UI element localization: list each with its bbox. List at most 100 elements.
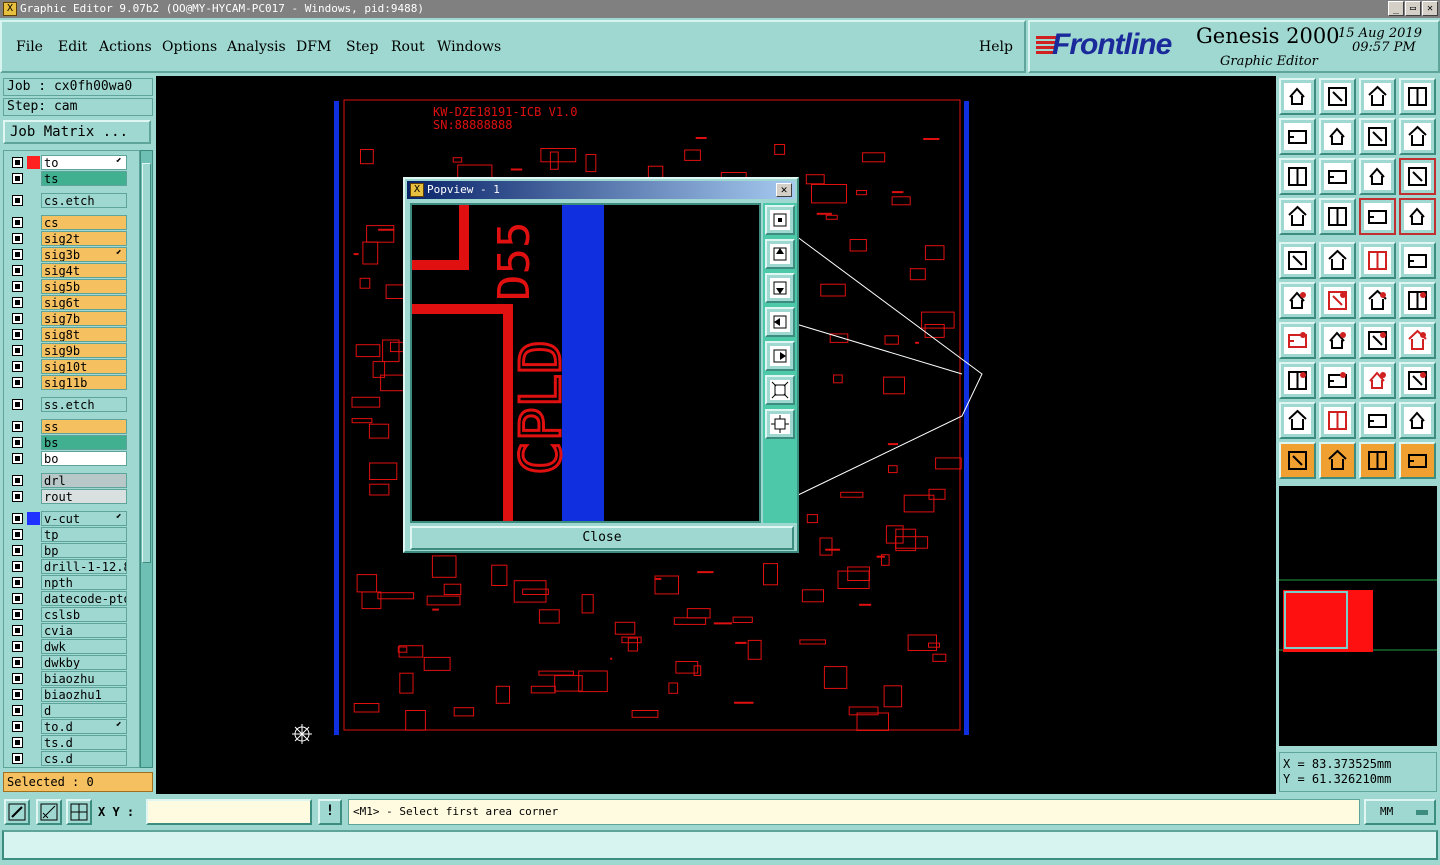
layer-color-swatch[interactable] xyxy=(27,156,40,169)
zoom-fit-button[interactable] xyxy=(1279,158,1316,195)
maximize-button[interactable]: ▭ xyxy=(1405,1,1421,16)
pointer-select-button[interactable] xyxy=(1279,242,1316,279)
layer-row[interactable]: to ⬋ xyxy=(6,155,128,170)
layer-name[interactable]: sig10t xyxy=(41,359,127,374)
net-button[interactable] xyxy=(1399,198,1436,235)
layer-row[interactable]: ts.d xyxy=(6,735,128,750)
layer-name[interactable]: bo xyxy=(41,451,127,466)
popview-close-icon[interactable]: ✕ xyxy=(776,183,792,197)
layer-checkbox[interactable] xyxy=(12,173,23,184)
undo-view-button[interactable] xyxy=(1359,118,1396,155)
layer-row[interactable]: ts xyxy=(6,171,128,186)
layer-name[interactable]: to.d xyxy=(41,719,127,734)
layer-checkbox[interactable] xyxy=(12,657,23,668)
layer-name[interactable]: rout xyxy=(41,489,127,504)
layer-name[interactable]: bs xyxy=(41,435,127,450)
layer-name[interactable]: v-cut xyxy=(41,511,127,526)
layer-checkbox[interactable] xyxy=(12,513,23,524)
zoom-center-button[interactable] xyxy=(1319,158,1356,195)
pad-select-button[interactable] xyxy=(1279,362,1316,399)
layer-name[interactable]: sig2t xyxy=(41,231,127,246)
layer-checkbox[interactable] xyxy=(12,249,23,260)
layer-name[interactable]: cslsb xyxy=(41,607,127,622)
menu-analysis[interactable]: Analysis xyxy=(227,39,286,55)
layer-row[interactable]: cslsb xyxy=(6,607,128,622)
cut-button[interactable] xyxy=(1319,362,1356,399)
layer-row[interactable]: sig7b xyxy=(6,311,128,326)
layer-row[interactable]: sig4t xyxy=(6,263,128,278)
layer-row[interactable]: tp xyxy=(6,527,128,542)
layer-checkbox[interactable] xyxy=(12,491,23,502)
layer-name[interactable]: biaozhu xyxy=(41,671,127,686)
layer-name[interactable]: dwk xyxy=(41,639,127,654)
highlight-button[interactable] xyxy=(1319,242,1356,279)
layer-row[interactable]: drl xyxy=(6,473,128,488)
popview-zoom-out-button[interactable] xyxy=(765,409,795,439)
add-line-button[interactable] xyxy=(1359,282,1396,319)
layer-row[interactable]: sig8t xyxy=(6,327,128,342)
zoom-home-button[interactable] xyxy=(1319,78,1356,115)
layer-name[interactable]: sig11b xyxy=(41,375,127,390)
mirror-button[interactable] xyxy=(1399,322,1436,359)
layer-row[interactable]: v-cut ⬋ xyxy=(6,511,128,526)
popview-pan-up-button[interactable] xyxy=(765,239,795,269)
arrow-edit-button[interactable] xyxy=(1359,442,1396,479)
menu-dfm[interactable]: DFM xyxy=(296,39,331,55)
arrow-select-button[interactable] xyxy=(1279,442,1316,479)
close-window-button[interactable]: ✕ xyxy=(1422,1,1438,16)
popview-viewport[interactable]: D55 CPLD xyxy=(410,203,761,523)
layer-row[interactable]: datecode-pto xyxy=(6,591,128,606)
layer-name[interactable]: cs.d xyxy=(41,751,127,766)
minimize-button[interactable]: _ xyxy=(1388,1,1404,16)
layer-checkbox[interactable] xyxy=(12,377,23,388)
layer-checkbox[interactable] xyxy=(12,737,23,748)
layer-name[interactable]: sig9b xyxy=(41,343,127,358)
pan-right-button[interactable] xyxy=(1319,118,1356,155)
scale-button[interactable] xyxy=(1359,158,1396,195)
layer-checkbox[interactable] xyxy=(12,437,23,448)
layer-color-swatch[interactable] xyxy=(27,512,40,525)
grid-view-button[interactable] xyxy=(1319,198,1356,235)
menu-windows[interactable]: Windows xyxy=(437,39,501,55)
layer-row[interactable]: sig11b xyxy=(6,375,128,390)
layer-row[interactable]: drill-1-12.8 xyxy=(6,559,128,574)
layer-row[interactable]: biaozhu xyxy=(6,671,128,686)
layer-checkbox[interactable] xyxy=(12,673,23,684)
layer-row[interactable]: to.d ⬋ xyxy=(6,719,128,734)
triangle-select-button[interactable] xyxy=(1319,402,1356,439)
arrow-route-button[interactable] xyxy=(1399,442,1436,479)
layer-checkbox[interactable] xyxy=(12,329,23,340)
layer-name[interactable]: datecode-pto xyxy=(41,591,127,606)
layer-checkbox[interactable] xyxy=(12,421,23,432)
layer-row[interactable]: sig5b xyxy=(6,279,128,294)
layer-row[interactable]: d xyxy=(6,703,128,718)
copy-button[interactable] xyxy=(1399,362,1436,399)
layer-checkbox[interactable] xyxy=(12,593,23,604)
layer-checkbox[interactable] xyxy=(12,753,23,764)
job-matrix-button[interactable]: Job Matrix ... xyxy=(3,120,151,144)
help-button[interactable] xyxy=(1399,158,1436,195)
redo-view-button[interactable] xyxy=(1399,118,1436,155)
menu-step[interactable]: Step xyxy=(346,39,378,55)
layer-checkbox[interactable] xyxy=(12,157,23,168)
layer-checkbox[interactable] xyxy=(12,399,23,410)
layer-name[interactable]: biaozhu1 xyxy=(41,687,127,702)
layer-checkbox[interactable] xyxy=(12,609,23,620)
layer-name[interactable]: drill-1-12.8 xyxy=(41,559,127,574)
layer-row[interactable]: cs xyxy=(6,215,128,230)
house-button[interactable] xyxy=(1359,78,1396,115)
layer-checkbox[interactable] xyxy=(12,545,23,556)
layer-checkbox[interactable] xyxy=(12,195,23,206)
popview-pan-right-button[interactable] xyxy=(765,341,795,371)
layer-row[interactable]: dwkby xyxy=(6,655,128,670)
layer-row[interactable]: bp xyxy=(6,543,128,558)
popview-pan-left-button[interactable] xyxy=(765,307,795,337)
layer-row[interactable]: dwk xyxy=(6,639,128,654)
pad-button[interactable] xyxy=(1399,242,1436,279)
menu-help[interactable]: Help xyxy=(979,39,1013,55)
popview-titlebar[interactable]: X Popview - 1 ✕ xyxy=(407,181,795,199)
layer-row[interactable]: sig3b ⬋ xyxy=(6,247,128,262)
menu-edit[interactable]: Edit xyxy=(58,39,87,55)
connect-button[interactable] xyxy=(1279,282,1316,319)
layer-checkbox[interactable] xyxy=(12,625,23,636)
